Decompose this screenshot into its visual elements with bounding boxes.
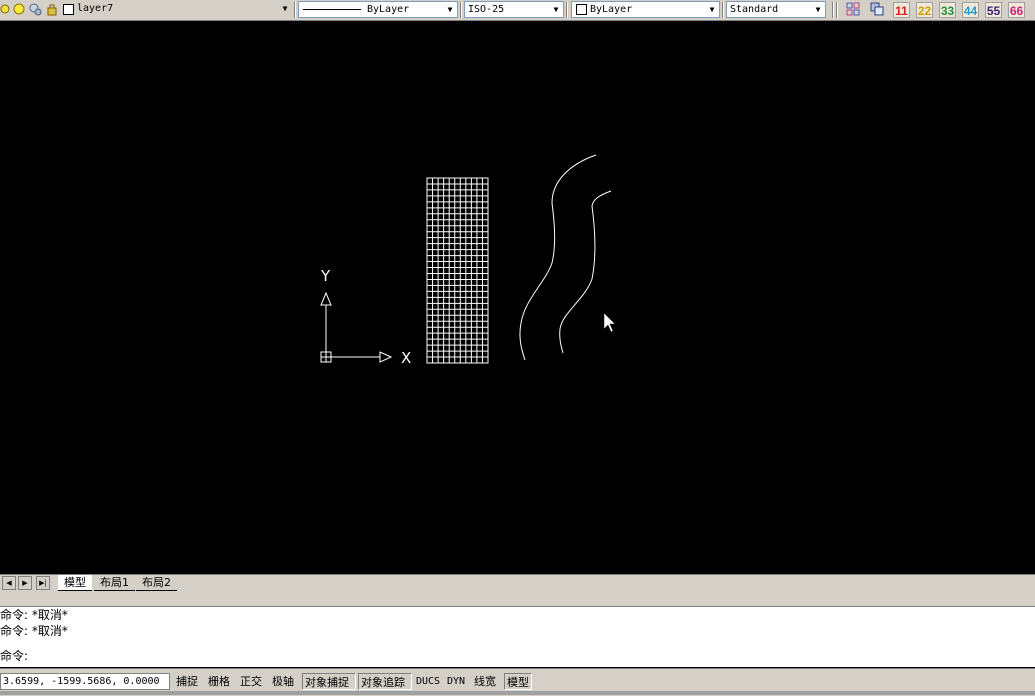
curve-right[interactable]: [559, 190, 612, 354]
number-button-22[interactable]: 22: [916, 2, 933, 18]
chevron-down-icon[interactable]: ▼: [549, 2, 563, 17]
mesh-border[interactable]: [426, 177, 489, 364]
drawing-area[interactable]: Y X: [0, 21, 1035, 574]
status-toggle-7[interactable]: DYN: [445, 673, 470, 690]
status-toggle-9[interactable]: 模型: [504, 673, 532, 690]
toolbar-separator: [566, 2, 568, 18]
status-toggle-4[interactable]: 对象捕捉: [302, 673, 356, 690]
toolbar-separator: [832, 2, 834, 18]
sun-icon[interactable]: [12, 2, 27, 17]
mesh-rectangle[interactable]: [426, 177, 489, 364]
layer-name: layer7: [77, 3, 114, 14]
command-prompt: 命令:: [0, 649, 29, 663]
toolbar-separator: [722, 2, 724, 18]
ucs-x-label: X: [401, 349, 411, 367]
number-button-33[interactable]: 33: [939, 2, 956, 18]
number-button-55[interactable]: 55: [985, 2, 1002, 18]
toolbar-separator: [294, 2, 296, 18]
status-toggle-8[interactable]: 线宽: [472, 673, 502, 690]
linetype-label: ByLayer: [367, 4, 410, 15]
textstyle-label: Standard: [730, 4, 779, 15]
color-dropdown[interactable]: ByLayer ▼: [571, 1, 720, 18]
mouse-cursor-icon: [603, 312, 616, 333]
status-toggle-2[interactable]: 正交: [238, 673, 268, 690]
freeze-icon[interactable]: [28, 2, 43, 17]
layer-copy-icon[interactable]: [870, 2, 885, 17]
command-input[interactable]: 命令:: [0, 645, 1035, 667]
toolbar-separator: [836, 2, 838, 18]
status-toggle-5[interactable]: 对象追踪: [358, 673, 412, 690]
chevron-down-icon[interactable]: ▼: [278, 1, 292, 16]
tab-model[interactable]: 模型: [58, 575, 92, 591]
textstyle-dropdown[interactable]: Standard ▼: [726, 1, 826, 18]
linetype-preview: [303, 9, 361, 10]
curve-left[interactable]: [519, 154, 597, 361]
properties-toolbar: layer7 ▼ ByLayer ▼ ISO-25 ▼ ByLayer ▼ St…: [0, 0, 1035, 21]
dimstyle-dropdown[interactable]: ISO-25 ▼: [464, 1, 564, 18]
chevron-down-icon[interactable]: ▼: [443, 2, 457, 17]
status-toggle-0[interactable]: 捕捉: [174, 673, 204, 690]
command-history: 命令: *取消* 命令: *取消*: [0, 606, 1035, 646]
command-history-line: 命令: *取消*: [0, 608, 68, 622]
number-button-11[interactable]: 11: [893, 2, 910, 18]
linetype-dropdown[interactable]: ByLayer ▼: [298, 1, 458, 18]
number-button-66[interactable]: 66: [1008, 2, 1025, 18]
status-toggle-6[interactable]: DUCS: [414, 673, 443, 690]
color-label: ByLayer: [590, 4, 633, 15]
ucs-icon: [320, 291, 393, 363]
lock-icon[interactable]: [45, 2, 60, 17]
drawing-svg[interactable]: Y X: [0, 21, 1035, 574]
chevron-down-icon[interactable]: ▼: [811, 2, 825, 17]
toolbar-separator: [460, 2, 462, 18]
taskbar-strip: [0, 691, 1035, 695]
chevron-down-icon[interactable]: ▼: [705, 2, 719, 17]
layer-grid-icon[interactable]: [846, 2, 861, 17]
ucs-y-label: Y: [320, 267, 331, 285]
tab-layout2[interactable]: 布局2: [136, 575, 177, 591]
command-splitter[interactable]: [0, 592, 1035, 606]
color-swatch: [576, 4, 587, 15]
layer-dropdown[interactable]: layer7 ▼: [74, 1, 292, 18]
tab-layout1[interactable]: 布局1: [94, 575, 135, 591]
status-toggle-3[interactable]: 极轴: [270, 673, 300, 690]
prev-tab-button[interactable]: ▶: [18, 576, 32, 590]
layer-color-swatch: [63, 4, 74, 15]
next-tab-button[interactable]: ▶|: [36, 576, 50, 590]
command-history-line: 命令: *取消*: [0, 624, 68, 638]
status-toggle-1[interactable]: 栅格: [206, 673, 236, 690]
layout-tabbar: ◀ ▶ ▶| 模型 布局1 布局2: [0, 574, 1035, 592]
dimstyle-label: ISO-25: [468, 4, 505, 15]
number-button-44[interactable]: 44: [962, 2, 979, 18]
first-tab-button[interactable]: ◀: [2, 576, 16, 590]
coordinate-readout[interactable]: 3.6599, -1599.5686, 0.0000: [0, 673, 170, 690]
